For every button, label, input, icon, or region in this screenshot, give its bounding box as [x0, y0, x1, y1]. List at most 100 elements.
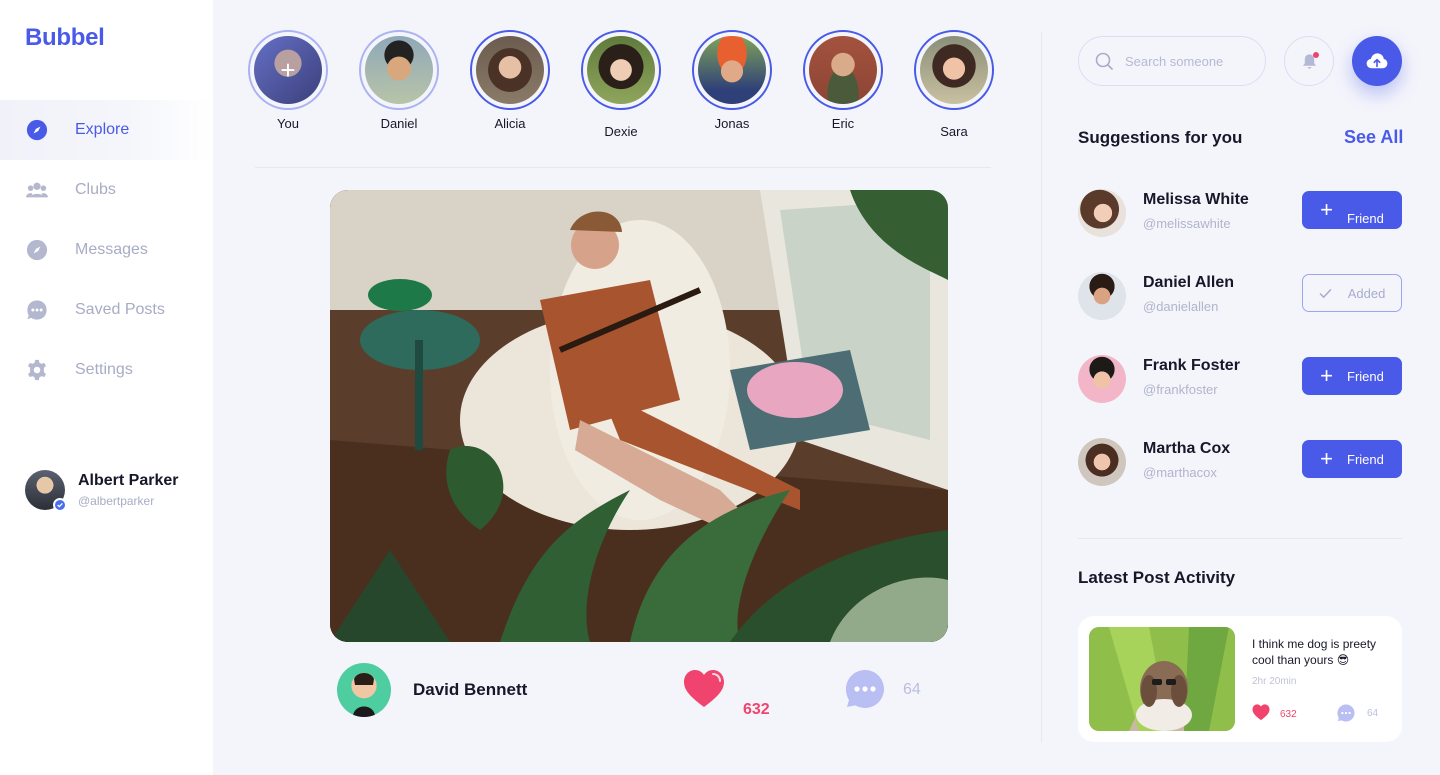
- add-friend-button[interactable]: + Friend: [1302, 357, 1402, 395]
- story-name: Dexie: [604, 124, 638, 139]
- avatar[interactable]: [1078, 438, 1126, 486]
- button-label: Friend: [1347, 368, 1384, 384]
- avatar: [365, 36, 433, 104]
- story-name: Eric: [831, 116, 855, 131]
- activity-comment-button[interactable]: 64: [1337, 704, 1378, 722]
- sidebar-item-messages[interactable]: Messages: [0, 220, 213, 280]
- add-friend-button[interactable]: + Friend: [1302, 440, 1402, 478]
- stories-bar: + You Daniel Alicia Dexie Jonas Eric Sar…: [248, 30, 1008, 140]
- story-ring: [581, 30, 661, 110]
- search-icon: [1095, 52, 1113, 70]
- added-friend-button[interactable]: Added: [1302, 274, 1402, 312]
- sidebar-item-label: Settings: [75, 361, 133, 378]
- activity-like-button[interactable]: 632: [1252, 704, 1297, 721]
- sidebar: Bubbel Explore Clubs Messages Saved Post…: [0, 0, 213, 775]
- profile-name: Albert Parker: [78, 472, 179, 489]
- comment-count: 64: [903, 681, 921, 698]
- suggestion-handle: @melissawhite: [1143, 216, 1231, 231]
- story-daniel[interactable]: Daniel: [359, 30, 439, 131]
- sidebar-item-explore[interactable]: Explore: [0, 100, 213, 160]
- user-profile[interactable]: Albert Parker @albertparker: [25, 470, 179, 512]
- story-name: Jonas: [714, 116, 750, 131]
- post-footer: David Bennett 632 64: [337, 663, 937, 719]
- avatar[interactable]: [1078, 355, 1126, 403]
- divider: [1078, 538, 1402, 539]
- like-count: 632: [743, 701, 770, 718]
- heart-icon: [684, 670, 724, 707]
- add-friend-button[interactable]: + Friend: [1302, 191, 1402, 229]
- suggestion-name[interactable]: Martha Cox: [1143, 440, 1230, 458]
- avatar[interactable]: [1078, 272, 1126, 320]
- activity-thumbnail[interactable]: [1089, 627, 1235, 731]
- latest-activity-title: Latest Post Activity: [1078, 568, 1236, 587]
- post-photo: [330, 190, 948, 642]
- comment-button[interactable]: [845, 669, 885, 709]
- activity-card[interactable]: I think me dog is preety cool than yours…: [1078, 616, 1402, 742]
- post-image[interactable]: [330, 190, 948, 642]
- story-ring: [470, 30, 550, 110]
- avatar: +: [254, 36, 322, 104]
- check-icon: [1319, 288, 1332, 299]
- add-story-icon: +: [280, 55, 296, 85]
- verified-badge-icon: [53, 498, 67, 512]
- avatar[interactable]: [1078, 189, 1126, 237]
- search-box[interactable]: [1078, 36, 1266, 86]
- sidebar-item-clubs[interactable]: Clubs: [0, 160, 213, 220]
- story-ring: [914, 30, 994, 110]
- sidebar-item-label: Clubs: [75, 181, 116, 198]
- author-avatar[interactable]: [337, 663, 391, 717]
- like-button[interactable]: [683, 669, 725, 709]
- story-jonas[interactable]: Jonas: [692, 30, 772, 131]
- sidebar-item-label: Saved Posts: [75, 301, 165, 318]
- see-all-link[interactable]: See All: [1344, 127, 1403, 148]
- compass-icon: [25, 118, 49, 142]
- suggestions-title: Suggestions for you: [1078, 128, 1243, 147]
- activity-text: I think me dog is preety cool than yours…: [1252, 637, 1377, 667]
- story-ring: [692, 30, 772, 110]
- story-alicia[interactable]: Alicia: [470, 30, 550, 131]
- suggestion-item: Martha Cox @marthacox + Friend: [1078, 438, 1402, 488]
- profile-text: Albert Parker @albertparker: [78, 472, 179, 508]
- suggestion-name[interactable]: Melissa White: [1143, 191, 1249, 209]
- activity-comment-count: 64: [1367, 708, 1379, 719]
- users-icon: [25, 178, 49, 202]
- story-you[interactable]: + You: [248, 30, 328, 131]
- suggestion-item: Frank Foster @frankfoster + Friend: [1078, 355, 1402, 405]
- story-name: You: [277, 116, 299, 131]
- sidebar-item-settings[interactable]: Settings: [0, 340, 213, 400]
- plus-icon: +: [1320, 446, 1333, 471]
- story-ring: +: [248, 30, 328, 110]
- post-author-name[interactable]: David Bennett: [413, 680, 527, 700]
- avatar: [920, 36, 988, 104]
- suggestion-name[interactable]: Frank Foster: [1143, 357, 1240, 375]
- story-name: Daniel: [380, 116, 418, 131]
- activity-time: 2hr 20min: [1252, 676, 1297, 687]
- suggestion-handle: @danielallen: [1143, 299, 1219, 314]
- gear-icon: [25, 358, 49, 382]
- sidebar-item-label: Messages: [75, 241, 148, 258]
- suggestion-item: Daniel Allen @danielallen Added: [1078, 272, 1402, 322]
- notifications-button[interactable]: [1284, 36, 1334, 86]
- avatar: [587, 36, 655, 104]
- story-eric[interactable]: Eric: [803, 30, 883, 131]
- story-sara[interactable]: Sara: [914, 30, 994, 139]
- story-dexie[interactable]: Dexie: [581, 30, 661, 139]
- search-input[interactable]: [1125, 53, 1255, 69]
- suggestion-name[interactable]: Daniel Allen: [1143, 274, 1234, 292]
- chat-bubble-icon: [25, 298, 49, 322]
- compass-icon: [25, 238, 49, 262]
- story-ring: [803, 30, 883, 110]
- story-name: Sara: [940, 124, 968, 139]
- upload-button[interactable]: [1352, 36, 1402, 86]
- unread-indicator: [1313, 52, 1319, 58]
- button-label: Friend: [1347, 210, 1384, 226]
- app-logo[interactable]: Bubbel: [25, 24, 105, 52]
- activity-like-count: 632: [1280, 708, 1297, 720]
- sidebar-item-label: Explore: [75, 121, 130, 138]
- heart-icon: [1252, 704, 1270, 721]
- sidebar-item-saved-posts[interactable]: Saved Posts: [0, 280, 213, 340]
- avatar: [698, 36, 766, 104]
- comment-bubble-icon: [846, 670, 884, 708]
- profile-handle: @albertparker: [78, 494, 155, 508]
- button-label: Friend: [1347, 451, 1384, 467]
